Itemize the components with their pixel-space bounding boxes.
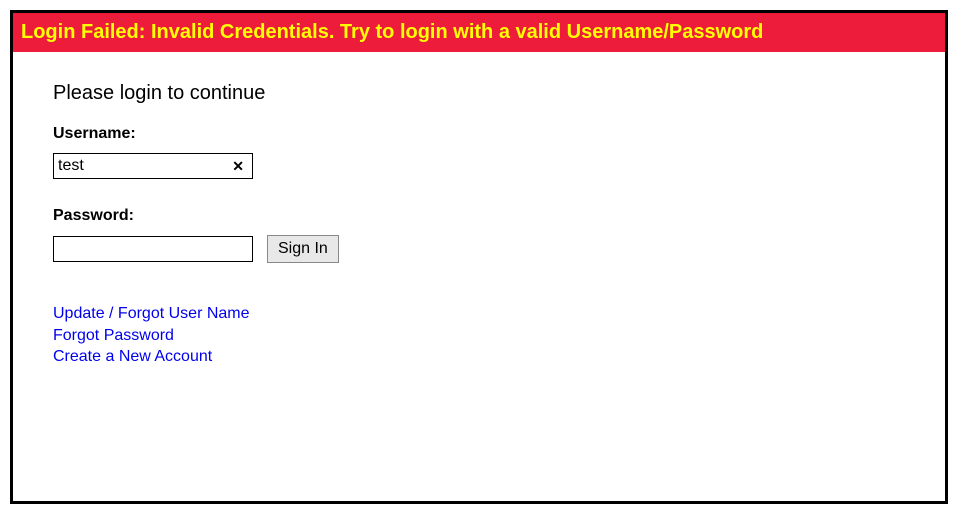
login-form-area: Please login to continue Username: ✕ Pas… (13, 52, 945, 398)
clear-username-icon[interactable]: ✕ (230, 159, 246, 173)
password-group: Password: Sign In (53, 207, 905, 263)
password-label: Password: (53, 207, 905, 225)
password-row: Sign In (53, 235, 905, 263)
update-username-link[interactable]: Update / Forgot User Name (53, 303, 250, 325)
signin-button[interactable]: Sign In (267, 235, 339, 263)
login-prompt: Please login to continue (53, 82, 905, 105)
error-banner: Login Failed: Invalid Credentials. Try t… (13, 13, 945, 52)
username-label: Username: (53, 125, 905, 143)
password-input[interactable] (53, 236, 253, 262)
forgot-password-link[interactable]: Forgot Password (53, 325, 174, 347)
username-input[interactable] (58, 157, 230, 175)
username-input-wrap: ✕ (53, 153, 253, 179)
create-account-link[interactable]: Create a New Account (53, 346, 212, 368)
login-panel: Login Failed: Invalid Credentials. Try t… (10, 10, 948, 504)
help-links: Update / Forgot User Name Forgot Passwor… (53, 303, 905, 368)
username-group: Username: ✕ (53, 125, 905, 179)
